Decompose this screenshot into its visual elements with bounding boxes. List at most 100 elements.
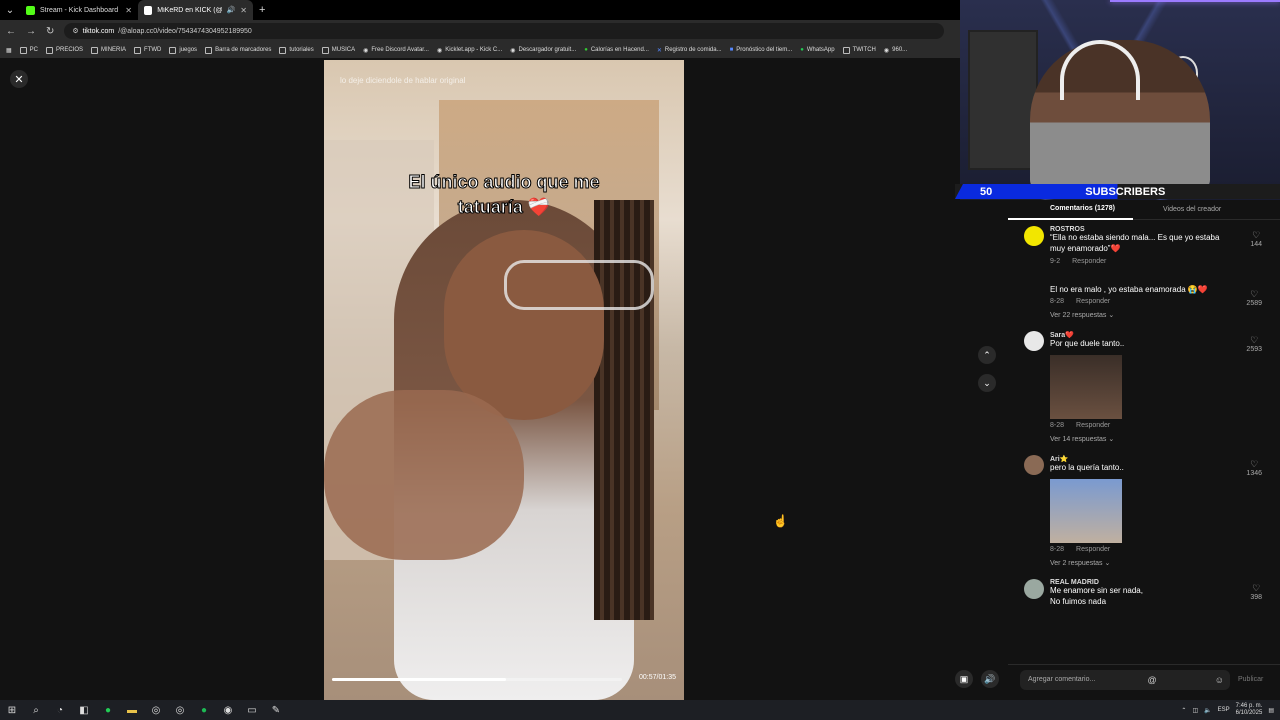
video-progress-bar[interactable]	[332, 678, 622, 681]
volume-icon[interactable]: 🔊	[981, 670, 999, 688]
close-tab-icon[interactable]: ✕	[125, 6, 132, 15]
close-tab-icon[interactable]: ✕	[240, 6, 247, 15]
subscriber-goal-bar: 50 SUBSCRIBERS 100	[955, 184, 1280, 199]
apps-grid-icon[interactable]: ▦	[6, 47, 12, 54]
back-icon[interactable]: ←	[6, 26, 16, 37]
bookmark-item[interactable]: FTWD	[134, 46, 161, 54]
bookmark-item[interactable]: ✕ Registro de comida...	[657, 47, 722, 54]
bookmark-item[interactable]: TWITCH	[842, 46, 876, 54]
language-indicator[interactable]: ESP	[1218, 707, 1230, 713]
start-icon[interactable]: ⊞	[0, 700, 24, 720]
folder-icon	[169, 46, 177, 54]
bookmark-item[interactable]: ◉ Kicklet.app - Kick C...	[437, 47, 502, 54]
previous-video-button[interactable]: ⌃	[978, 346, 996, 364]
like-button[interactable]: ♡ 398	[1250, 583, 1262, 601]
tray-overflow-icon[interactable]: ⌃	[1181, 707, 1186, 714]
tab-kick-dashboard[interactable]: Stream - Kick Dashboard ✕	[20, 0, 138, 20]
video-nav: ⌃ ⌄	[978, 346, 996, 392]
comment-user[interactable]: Ari⭐	[1050, 455, 1230, 463]
mention-icon[interactable]: @	[1147, 675, 1156, 685]
search-icon[interactable]: ⌕	[24, 700, 48, 720]
like-button[interactable]: ♡ 2593	[1246, 335, 1262, 353]
video-glasses	[504, 260, 654, 310]
reply-button[interactable]: Responder	[1072, 258, 1106, 265]
volume-icon[interactable]: 🔈	[1204, 707, 1211, 714]
comment-date: 8-28	[1050, 545, 1065, 553]
webcam-shelf	[968, 30, 1038, 170]
comment-user[interactable]: ROSTROS	[1050, 226, 1230, 233]
comment-date: 9-2	[1050, 257, 1061, 265]
comment-user[interactable]: REAL MADRID	[1050, 579, 1230, 586]
bookmark-item[interactable]: ◉ Free Discord Avatar...	[363, 47, 429, 54]
clock[interactable]: 7:46 p. m. 6/10/2025	[1236, 703, 1263, 717]
like-button[interactable]: ♡ 1346	[1246, 459, 1262, 477]
comment-image[interactable]	[1050, 478, 1122, 543]
heart-icon: ❤️‍🩹	[527, 197, 551, 218]
avatar[interactable]	[1024, 578, 1044, 599]
bookmark-item[interactable]: MUSICA	[321, 46, 355, 54]
like-button[interactable]: ♡ 144	[1250, 230, 1262, 248]
reply-button[interactable]: Responder	[1076, 422, 1110, 429]
avatar[interactable]	[1024, 331, 1044, 352]
comment-user[interactable]: Sara❤️	[1050, 331, 1230, 339]
comment-input[interactable]: Agregar comentario... @ ☺	[1020, 669, 1230, 690]
view-replies-button[interactable]: Ver 2 respuestas ⌄	[1050, 559, 1230, 567]
bookmark-item[interactable]: PRECIOS	[46, 46, 83, 54]
calories-icon: ●	[584, 47, 588, 53]
chrome-icon[interactable]: ◎	[144, 700, 168, 720]
whatsapp-icon[interactable]: ●	[96, 700, 120, 720]
comment-text: Por que duele tanto..	[1050, 339, 1125, 349]
tab-tiktok[interactable]: MiKeRD en KICK (@miike... 🔊 ✕	[138, 0, 253, 20]
view-replies-button[interactable]: Ver 14 respuestas ⌄	[1050, 435, 1230, 443]
forward-icon[interactable]: →	[26, 26, 36, 37]
reload-icon[interactable]: ↻	[46, 26, 54, 37]
pip-icon[interactable]: ▣	[955, 670, 973, 688]
file-explorer-icon[interactable]: ▬	[120, 700, 144, 720]
comments-tabs: Comentarios (1278) Videos del creador	[1008, 200, 1280, 220]
folder-icon	[279, 46, 287, 54]
comment-text: pero la quería tanto..	[1050, 463, 1124, 473]
close-video-button[interactable]: ✕	[10, 70, 28, 88]
bookmark-item[interactable]: juegos	[169, 46, 197, 54]
notification-icon[interactable]: ▤	[1268, 707, 1274, 714]
view-replies-button[interactable]: Ver 22 respuestas ⌄	[1050, 311, 1230, 319]
publish-button[interactable]: Publicar	[1238, 676, 1263, 683]
bookmark-item[interactable]: ◉ Descargador gratuit...	[510, 47, 576, 54]
app-icon[interactable]: ◧	[72, 700, 96, 720]
video-player[interactable]: lo deje diciendole de hablar original El…	[324, 60, 684, 700]
clock-app-icon[interactable]: ◔	[48, 700, 72, 720]
feather-icon[interactable]: ✎	[264, 700, 288, 720]
tab-list-icon[interactable]: ⌄	[0, 0, 20, 20]
bookmark-item[interactable]: ● Calorías en Hacend...	[584, 47, 649, 53]
bookmark-item[interactable]: ◉ 960...	[884, 47, 907, 54]
bookmark-item[interactable]: ● WhatsApp	[800, 47, 834, 53]
bookmark-item[interactable]: ■ Pronóstico del tiem...	[730, 47, 793, 53]
tab-comments[interactable]: Comentarios (1278)	[1008, 200, 1133, 220]
reply-button[interactable]: Responder	[1076, 546, 1110, 553]
network-icon[interactable]: ◫	[1192, 707, 1198, 714]
reply-button[interactable]: Responder	[1076, 298, 1110, 305]
emoji-icon[interactable]: ☺	[1215, 675, 1224, 685]
speaker-icon[interactable]: 🔊	[227, 6, 236, 14]
spotify-icon[interactable]: ●	[192, 700, 216, 720]
next-video-button[interactable]: ⌄	[978, 374, 996, 392]
site-info-icon[interactable]: ⚙	[72, 27, 78, 35]
avatar[interactable]	[1024, 455, 1044, 476]
url-input[interactable]: ⚙ tiktok.com/@aloap.cc0/video/7543474304…	[64, 23, 945, 39]
comment-date: 8-28	[1050, 298, 1065, 306]
folder-icon	[321, 46, 329, 54]
bookmark-item[interactable]: Barra de marcadores	[205, 46, 271, 54]
comments-panel: Comentarios (1278) Videos del creador RO…	[1008, 200, 1280, 660]
new-tab-button[interactable]: +	[253, 0, 271, 20]
comment-image[interactable]	[1050, 355, 1122, 420]
obs-icon[interactable]: ◉	[216, 700, 240, 720]
avatar[interactable]	[1024, 226, 1044, 246]
bookmark-item[interactable]: MINERIA	[91, 46, 126, 54]
like-button[interactable]: ♡ 2589	[1246, 289, 1262, 307]
bookmark-item[interactable]: PC	[19, 46, 38, 54]
chrome-profile-icon[interactable]: ◎	[168, 700, 192, 720]
bookmark-item[interactable]: tutoriales	[279, 46, 314, 54]
bookmarks-bar: ▦ PC PRECIOS MINERIA FTWD juegos Barra d…	[0, 42, 960, 58]
tab-creator-videos[interactable]: Videos del creador	[1133, 206, 1221, 213]
window-icon[interactable]: ▭	[240, 700, 264, 720]
